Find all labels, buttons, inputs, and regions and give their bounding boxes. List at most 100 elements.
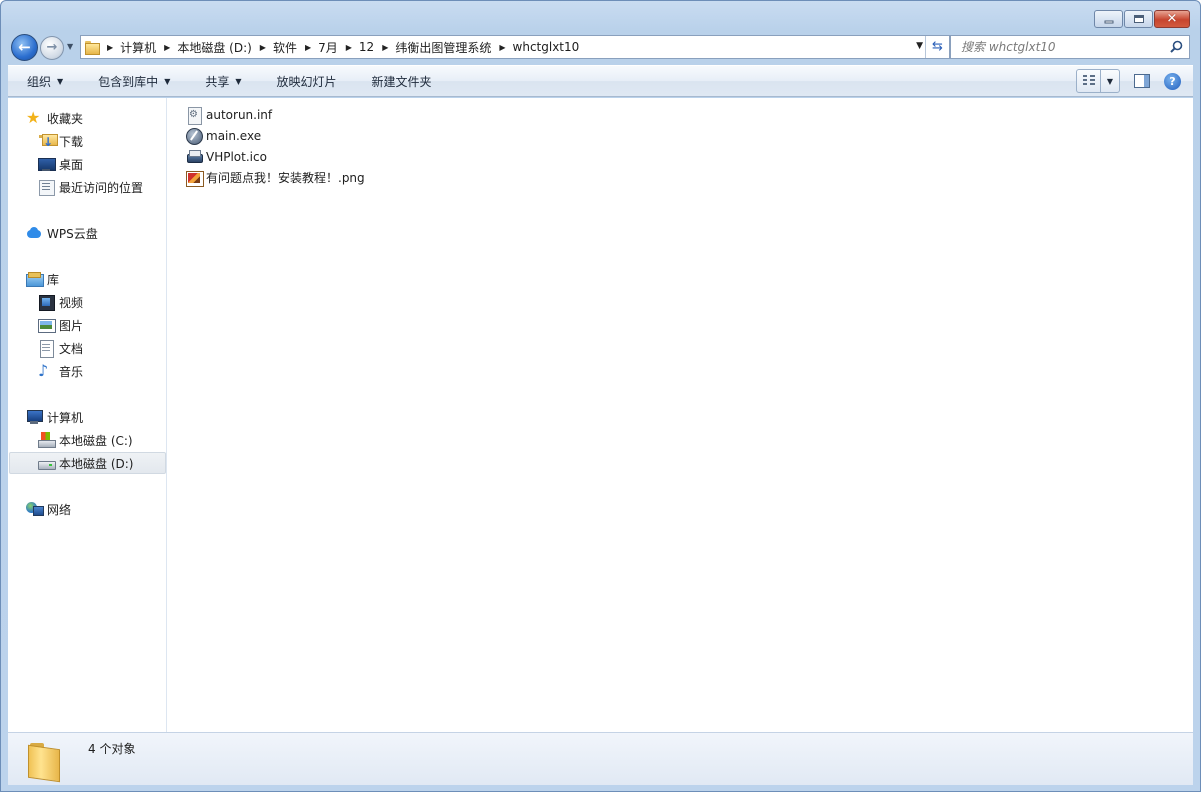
search-icon[interactable] xyxy=(1170,40,1183,53)
nav-item-drive-c[interactable]: 本地磁盘 (C:) xyxy=(38,429,133,451)
nav-item-videos[interactable]: 视频 xyxy=(38,291,83,313)
nav-network[interactable]: 网络 xyxy=(26,498,71,520)
breadcrumb-separator[interactable]: ▶ xyxy=(305,43,311,52)
breadcrumb-system[interactable]: 纬衡出图管理系统 xyxy=(395,39,491,56)
nav-item-recent-places[interactable]: 最近访问的位置 xyxy=(38,176,143,198)
forward-button[interactable]: → xyxy=(40,36,64,60)
breadcrumb-separator[interactable]: ▶ xyxy=(107,43,113,52)
nav-item-pictures[interactable]: 图片 xyxy=(38,314,83,336)
recent-pages-dropdown[interactable]: ▼ xyxy=(67,42,73,51)
nav-item-desktop[interactable]: 桌面 xyxy=(38,153,83,175)
address-history-dropdown[interactable]: ▼ xyxy=(916,41,923,51)
nav-item-label: 文档 xyxy=(59,341,84,356)
desktop-icon xyxy=(38,156,56,172)
system-drive-icon xyxy=(38,432,56,448)
breadcrumb-separator[interactable]: ▶ xyxy=(382,43,388,52)
file-item[interactable]: autorun.inf xyxy=(186,104,365,125)
view-icon xyxy=(1077,70,1101,92)
ico-icon xyxy=(186,149,203,165)
computer-icon xyxy=(26,409,43,425)
minimize-button[interactable] xyxy=(1094,10,1123,28)
slideshow-button[interactable]: 放映幻灯片 xyxy=(258,73,353,90)
music-icon: ♪ xyxy=(38,361,49,380)
help-button[interactable]: ? xyxy=(1164,72,1181,90)
nav-item-downloads[interactable]: 下载 xyxy=(38,130,83,152)
breadcrumb-drive-d[interactable]: 本地磁盘 (D:) xyxy=(177,39,251,56)
nav-wps-cloud[interactable]: WPS云盘 xyxy=(26,222,98,244)
preview-pane-button[interactable] xyxy=(1134,74,1150,88)
nav-item-label: 视频 xyxy=(59,295,84,310)
chevron-down-icon: ▼ xyxy=(235,76,242,86)
folder-icon xyxy=(28,741,66,779)
nav-item-label: 本地磁盘 (C:) xyxy=(59,433,133,448)
include-in-library-menu[interactable]: 包含到库中 ▼ xyxy=(79,73,186,90)
breadcrumb-12[interactable]: 12 xyxy=(359,40,374,54)
item-count: 4 个对象 xyxy=(88,742,136,756)
search-input[interactable] xyxy=(961,40,1161,54)
share-label: 共享 xyxy=(205,74,230,89)
slideshow-label: 放映幻灯片 xyxy=(276,74,337,89)
file-item[interactable]: VHPlot.ico xyxy=(186,146,365,167)
caption-buttons: ✕ xyxy=(1094,10,1190,28)
nav-item-label: 下载 xyxy=(59,134,84,149)
organize-label: 组织 xyxy=(27,74,52,89)
maximize-icon xyxy=(1133,15,1144,23)
address-bar[interactable]: ▶ 计算机 ▶ 本地磁盘 (D:) ▶ 软件 ▶ 7月 ▶ 12 ▶ 纬衡出图管… xyxy=(80,35,950,59)
file-name: VHPlot.ico xyxy=(206,149,267,164)
nav-computer[interactable]: 计算机 xyxy=(26,406,83,428)
star-icon: ★ xyxy=(26,108,41,127)
breadcrumb-current[interactable]: whctglxt10 xyxy=(513,40,580,54)
breadcrumb-july[interactable]: 7月 xyxy=(318,39,338,56)
cloud-icon xyxy=(26,225,42,241)
nav-item-documents[interactable]: 文档 xyxy=(38,337,83,359)
video-icon xyxy=(38,294,55,311)
downloads-folder-icon xyxy=(38,133,58,149)
nav-favorites[interactable]: ★ 收藏夹 xyxy=(26,107,83,129)
nav-computer-label: 计算机 xyxy=(47,410,84,425)
view-controls: ▼ ? xyxy=(1076,69,1193,93)
navigation-pane: ★ 收藏夹 下载 桌面 最近访问的位置 WPS云盘 库 xyxy=(8,98,167,732)
back-button[interactable]: ← xyxy=(11,34,38,61)
file-item[interactable]: main.exe xyxy=(186,125,365,146)
nav-item-drive-d[interactable]: 本地磁盘 (D:) xyxy=(9,452,166,474)
document-icon xyxy=(38,340,54,358)
close-button[interactable]: ✕ xyxy=(1154,10,1190,28)
search-box[interactable] xyxy=(950,35,1190,59)
navigation-row: ← → ▼ ▶ 计算机 ▶ 本地磁盘 (D:) ▶ 软件 ▶ 7月 ▶ 12 ▶… xyxy=(9,34,1190,61)
nav-libraries-label: 库 xyxy=(47,272,60,287)
chevron-down-icon: ▼ xyxy=(57,76,64,86)
chevron-down-icon[interactable]: ▼ xyxy=(1101,77,1119,86)
file-name: main.exe xyxy=(206,128,262,143)
maximize-button[interactable] xyxy=(1124,10,1153,28)
content-area: ★ 收藏夹 下载 桌面 最近访问的位置 WPS云盘 库 xyxy=(8,98,1193,732)
nav-network-label: 网络 xyxy=(47,502,72,517)
refresh-button[interactable]: ⇆ xyxy=(925,36,949,58)
picture-icon xyxy=(38,317,56,333)
arrow-right-icon: → xyxy=(46,40,58,55)
folder-icon xyxy=(85,41,100,55)
png-icon xyxy=(186,170,204,187)
command-bar: 组织 ▼ 包含到库中 ▼ 共享 ▼ 放映幻灯片 新建文件夹 ▼ ? xyxy=(8,65,1193,97)
file-name: autorun.inf xyxy=(206,107,273,122)
breadcrumb-separator[interactable]: ▶ xyxy=(346,43,352,52)
nav-item-music[interactable]: ♪ 音乐 xyxy=(38,360,83,382)
drive-icon xyxy=(38,455,56,471)
nav-libraries[interactable]: 库 xyxy=(26,268,59,290)
breadcrumb-separator[interactable]: ▶ xyxy=(260,43,266,52)
change-view-button[interactable]: ▼ xyxy=(1076,69,1120,93)
breadcrumb-computer[interactable]: 计算机 xyxy=(120,39,156,56)
breadcrumb-software[interactable]: 软件 xyxy=(273,39,297,56)
library-icon xyxy=(26,271,44,287)
breadcrumb-separator[interactable]: ▶ xyxy=(164,43,170,52)
details-pane: 4 个对象 xyxy=(8,732,1193,785)
file-item[interactable]: 有问题点我！安装教程！.png xyxy=(186,167,365,188)
refresh-icon: ⇆ xyxy=(932,39,943,54)
nav-wps-cloud-label: WPS云盘 xyxy=(47,226,98,241)
share-menu[interactable]: 共享 ▼ xyxy=(186,73,257,90)
new-folder-button[interactable]: 新建文件夹 xyxy=(353,73,448,90)
organize-menu[interactable]: 组织 ▼ xyxy=(8,73,79,90)
chevron-down-icon: ▼ xyxy=(164,76,171,86)
nav-item-label: 最近访问的位置 xyxy=(59,180,144,195)
new-folder-label: 新建文件夹 xyxy=(371,74,432,89)
breadcrumb-separator[interactable]: ▶ xyxy=(499,43,505,52)
